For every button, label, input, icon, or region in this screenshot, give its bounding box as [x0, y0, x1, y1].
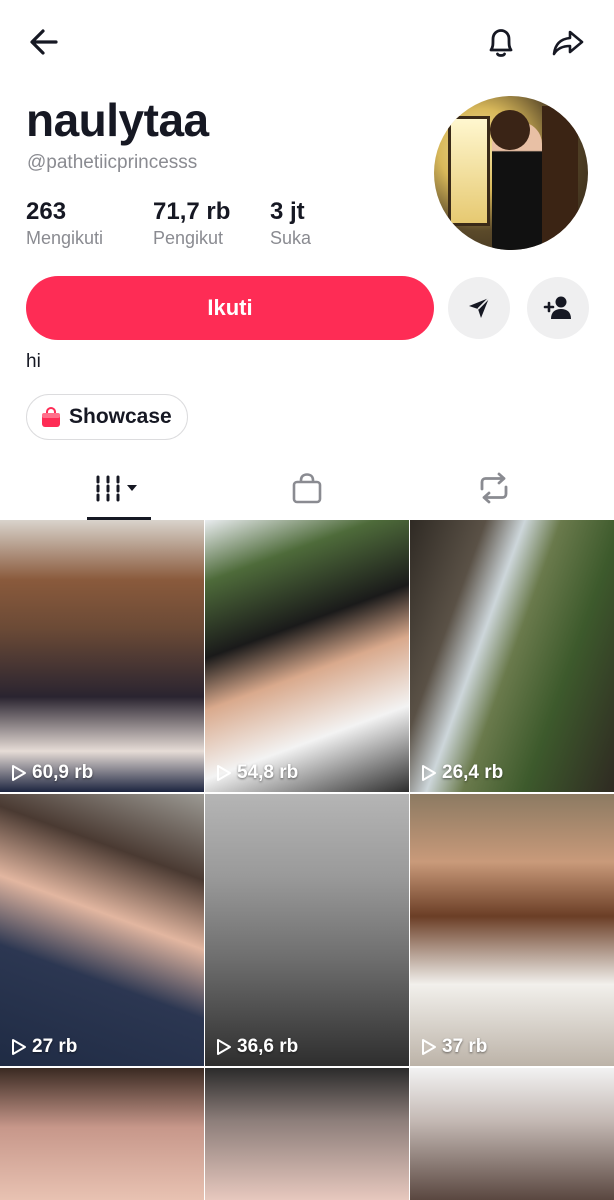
send-message-icon — [469, 297, 490, 318]
tab-shop[interactable] — [205, 456, 409, 520]
notification-button[interactable] — [479, 20, 523, 64]
profile-username: naulytaa — [26, 94, 209, 146]
repost-icon — [480, 472, 508, 504]
stat-following[interactable]: 263 Mengikuti — [26, 198, 103, 250]
back-button[interactable] — [22, 20, 66, 64]
stat-followers-value: 71,7 rb — [153, 198, 231, 225]
play-icon — [422, 765, 436, 781]
avatar[interactable] — [434, 96, 588, 250]
view-count-text: 27 rb — [32, 1036, 78, 1057]
view-count-text: 54,8 rb — [237, 762, 299, 783]
stat-likes[interactable]: 3 jt Suka — [270, 198, 311, 250]
play-icon — [12, 765, 26, 781]
share-arrow-icon — [552, 30, 584, 56]
stat-followers-label: Pengikut — [153, 228, 224, 248]
top-bar — [0, 0, 614, 86]
view-count: 27 rb — [10, 1036, 77, 1058]
view-count-text: 60,9 rb — [32, 762, 94, 783]
avatar-photo-door — [542, 106, 578, 246]
add-friend-button[interactable] — [527, 277, 589, 339]
view-count: 60,9 rb — [10, 762, 93, 784]
follow-button[interactable]: Ikuti — [26, 276, 434, 340]
play-icon — [217, 765, 231, 781]
stat-likes-label: Suka — [270, 228, 312, 248]
video-thumbnail[interactable]: 54,8 rb — [205, 520, 409, 792]
shopping-bag-icon — [292, 473, 322, 504]
profile-tabs — [0, 456, 614, 520]
video-thumbnail[interactable]: 60,9 rb — [0, 520, 204, 792]
stat-followers[interactable]: 71,7 rb Pengikut — [153, 198, 230, 250]
video-thumbnail[interactable]: 27 rb — [0, 794, 204, 1066]
video-thumbnail[interactable] — [0, 1068, 204, 1200]
profile-bio: hi — [26, 351, 41, 372]
video-thumbnail[interactable]: 36,6 rb — [205, 794, 409, 1066]
tab-videos[interactable] — [16, 456, 220, 520]
videos-grid-icon — [96, 475, 137, 502]
play-icon — [422, 1039, 436, 1055]
stat-likes-value: 3 jt — [270, 198, 305, 225]
stat-following-label: Mengikuti — [26, 228, 104, 248]
view-count-text: 37 rb — [442, 1036, 488, 1057]
view-count-text: 36,6 rb — [237, 1036, 299, 1057]
play-icon — [12, 1039, 26, 1055]
view-count: 54,8 rb — [215, 762, 298, 784]
video-thumbnail[interactable]: 37 rb — [410, 794, 614, 1066]
avatar-photo-window — [448, 116, 490, 226]
video-thumbnail[interactable] — [410, 1068, 614, 1200]
showcase-label: Showcase — [69, 405, 172, 428]
message-button[interactable] — [448, 277, 510, 339]
stat-following-value: 263 — [26, 198, 67, 225]
avatar-photo-hair — [490, 110, 530, 150]
video-thumbnail[interactable]: 26,4 rb — [410, 520, 614, 792]
play-icon — [217, 1039, 231, 1055]
view-count-text: 26,4 rb — [442, 762, 504, 783]
showcase-bag-icon — [42, 406, 60, 427]
share-button[interactable] — [546, 20, 590, 64]
arrow-left-icon — [30, 29, 58, 55]
showcase-button[interactable]: Showcase — [26, 394, 188, 440]
view-count: 37 rb — [420, 1036, 487, 1058]
view-count: 26,4 rb — [420, 762, 503, 784]
video-thumbnail[interactable] — [205, 1068, 409, 1200]
add-user-icon — [543, 296, 571, 319]
tab-reposts[interactable] — [392, 456, 596, 520]
bell-icon — [489, 29, 513, 57]
profile-handle: @pathetiicprincesss — [27, 152, 198, 173]
video-grid: 60,9 rb 54,8 rb 26,4 rb 27 rb 36,6 rb 37… — [0, 520, 614, 1200]
view-count: 36,6 rb — [215, 1036, 298, 1058]
